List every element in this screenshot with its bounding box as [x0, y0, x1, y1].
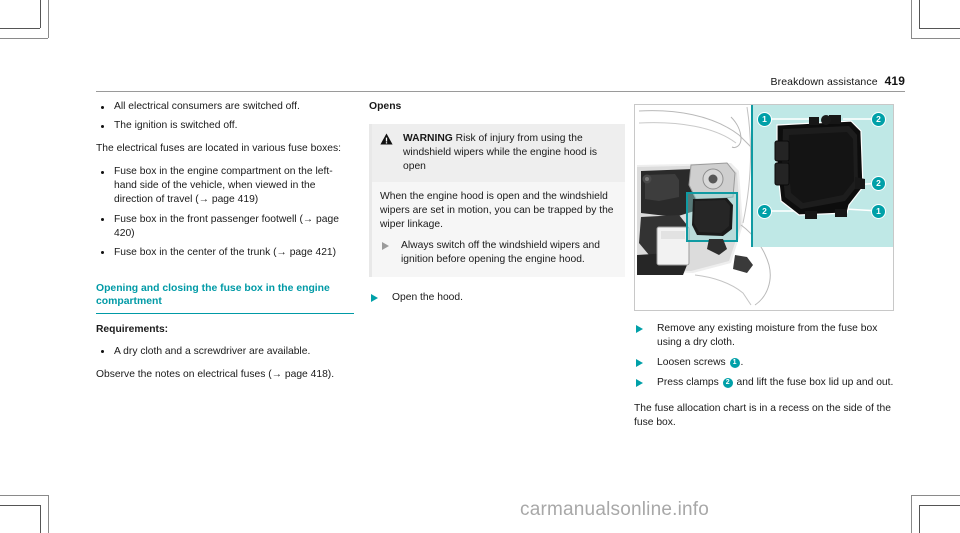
arrow-bullet-icon — [636, 359, 643, 368]
content-column-3: Remove any existing moisture from the fu… — [634, 322, 896, 440]
fusebox-bullet-list: Fuse box in the engine compartment on th… — [96, 165, 354, 260]
header-divider — [96, 91, 905, 92]
figure-callout-2-bottom-left: 2 — [757, 204, 772, 219]
action-text: Remove any existing moisture from the fu… — [657, 323, 878, 349]
observe-note: Observe the notes on electrical fuses (→… — [96, 368, 335, 380]
warning-triangle-icon — [380, 132, 395, 145]
header-section-title: Breakdown assistance — [770, 76, 878, 88]
reference-badge-2: 2 — [722, 378, 733, 389]
action-text: Open the hood. — [392, 291, 463, 303]
warning-title-text: WARNING Risk of injury from using the wi… — [403, 132, 616, 174]
fuse-box-detail-illustration — [765, 115, 880, 219]
content-column-2: Opens WARNING Risk of injury from using … — [369, 100, 625, 314]
opens-label: Opens — [369, 101, 402, 112]
reference-badge-1: 1 — [729, 358, 740, 369]
requirements-label: Requirements: — [96, 324, 169, 336]
arrow-bullet-icon — [636, 325, 643, 333]
header-running-title: Breakdown assistance 419 — [770, 74, 905, 88]
arrow-bullet-icon — [382, 242, 389, 251]
list-item: A dry cloth and a screwdriver are availa… — [96, 345, 354, 359]
action-text: Always switch off the windshield wipers … — [401, 240, 600, 266]
open-hood-action-list: Open the hood. — [369, 291, 625, 305]
arrow-bullet-icon — [636, 379, 643, 388]
warning-body-text: When the engine hood is open and the win… — [380, 191, 614, 231]
requirements-bullet-list: A dry cloth and a screwdriver are availa… — [96, 345, 354, 359]
list-item: Press clamps 2 and lift the fuse box lid… — [634, 376, 896, 390]
warning-tag: WARNING — [403, 133, 453, 145]
list-item: Loosen screws 1. — [634, 356, 896, 370]
list-item: Fuse box in the front passenger footwell… — [96, 213, 354, 241]
page-header: Breakdown assistance 419 — [96, 70, 905, 92]
page-number: 419 — [884, 74, 905, 88]
action-text: Loosen screws — [657, 357, 729, 369]
warning-header: WARNING Risk of injury from using the wi… — [372, 124, 625, 183]
action-text-suffix: . — [740, 357, 744, 369]
arrow-bullet-icon — [371, 293, 378, 302]
action-text-suffix: and lift the fuse box lid up and out. — [733, 377, 894, 389]
figure-callout-2-middle-right: 2 — [871, 176, 886, 191]
list-item: The ignition is switched off. — [96, 119, 354, 133]
list-item: All electrical consumers are switched of… — [96, 100, 354, 114]
list-item: Fuse box in the engine compartment on th… — [96, 165, 354, 207]
content-column-1: All electrical consumers are switched of… — [96, 100, 354, 391]
section-heading-rule — [96, 312, 354, 315]
warning-action-list: Always switch off the windshield wipers … — [380, 239, 616, 267]
site-watermark: carmanualsonline.info — [520, 499, 710, 520]
list-item: Fuse box in the center of the trunk (→ p… — [96, 246, 354, 260]
figure-callout-1-top-left: 1 — [757, 112, 772, 127]
warning-box: WARNING Risk of injury from using the wi… — [369, 124, 625, 277]
intro-bullet-list: All electrical consumers are switched of… — [96, 100, 354, 133]
action-text: Press clamps — [657, 377, 722, 389]
figure-callout-2-top-right: 2 — [871, 112, 886, 127]
list-item: Remove any existing moisture from the fu… — [634, 322, 896, 350]
list-item: Always switch off the windshield wipers … — [380, 239, 616, 267]
closing-note: The fuse allocation chart is in a recess… — [634, 403, 891, 429]
section-heading: Opening and closing the fuse box in the … — [96, 282, 330, 308]
figure-callout-1-bottom-right: 1 — [871, 204, 886, 219]
list-item: Open the hood. — [369, 291, 625, 305]
paragraph-fuses-located: The electrical fuses are located in vari… — [96, 143, 341, 155]
figure-fuse-box-location: 1 2 2 2 1 — [634, 104, 894, 311]
fusebox-open-action-list: Remove any existing moisture from the fu… — [634, 322, 896, 390]
warning-body: When the engine hood is open and the win… — [372, 182, 625, 277]
